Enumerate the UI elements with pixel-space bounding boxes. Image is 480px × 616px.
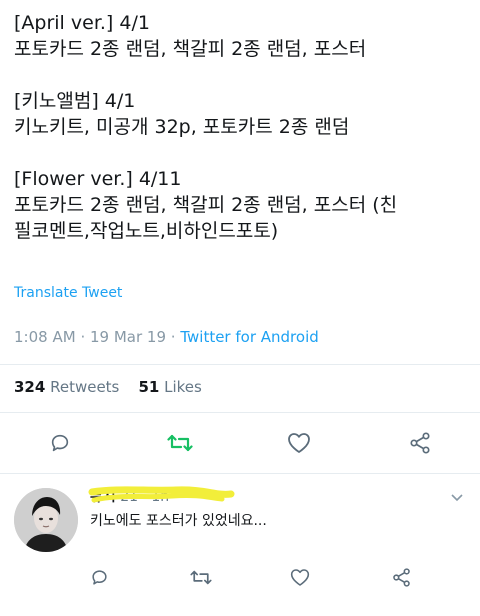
chevron-down-icon [451,494,463,502]
retweet-count: 324 [14,378,46,396]
reply-icon [51,434,69,452]
reply-share-button[interactable] [386,562,416,592]
retweet-label: Retweets [50,378,120,396]
reply-actions [0,562,480,592]
tweet-stats: 324 Retweets 51 Likes [14,378,202,396]
tweet-body: [April ver.] 4/1 포토카드 2종 랜덤, 책갈피 2종 랜덤, … [14,10,470,244]
divider [0,364,480,365]
retweet-icon [167,434,193,452]
reply-reply-button[interactable] [84,562,114,592]
reply-tweet[interactable]: 뮤지 21 · 1h 키노에도 포스터가 있었네요... [0,474,480,616]
meta-separator: · [170,328,181,346]
retweet-icon [190,570,212,584]
tweet-line: [April ver.] 4/1 [14,12,150,34]
heart-icon [288,433,310,453]
tweet-actions [0,425,480,461]
tweet-line: 키노키트, 미공개 32p, 포토카트 2종 랜덤 [14,116,350,138]
tweet-line: [키노앨범] 4/1 [14,90,136,112]
tweet-meta: 1:08 AM · 19 Mar 19 · Twitter for Androi… [14,328,319,346]
like-label: Likes [164,378,202,396]
meta-separator: · [80,328,90,346]
tweet-line: [Flower ver.] 4/11 [14,168,182,190]
profile-photo [14,488,78,552]
tweet-line: 필코멘트,작업노트,비하인드포토) [14,220,279,242]
tweet-line: 포토카드 2종 랜덤, 책갈피 2종 랜덤, 포스터 (친 [14,194,398,216]
reply-button[interactable] [42,425,78,461]
translate-tweet-link[interactable]: Translate Tweet [14,285,122,301]
likes-stat[interactable]: 51 Likes [138,378,201,396]
reply-icon [91,569,107,585]
retweets-stat[interactable]: 324 Retweets [14,378,124,396]
share-icon [392,567,410,587]
reply-retweet-button[interactable] [186,562,216,592]
tweet-date: 19 Mar 19 [89,328,166,346]
retweet-button[interactable] [162,425,198,461]
share-icon [410,432,430,454]
avatar[interactable] [14,488,78,552]
censor-scribble [88,486,235,503]
tweet-time: 1:08 AM [14,328,76,346]
reply-text: 키노에도 포스터가 있었네요... [90,513,267,529]
share-button[interactable] [402,425,438,461]
tweet-line: 포토카드 2종 랜덤, 책갈피 2종 랜덤, 포스터 [14,38,367,60]
reply-menu-button[interactable] [450,488,464,507]
like-button[interactable] [281,425,317,461]
divider [0,412,480,413]
like-count: 51 [138,378,160,396]
heart-icon [290,568,310,586]
tweet-source-link[interactable]: Twitter for Android [180,328,318,346]
reply-like-button[interactable] [285,562,315,592]
